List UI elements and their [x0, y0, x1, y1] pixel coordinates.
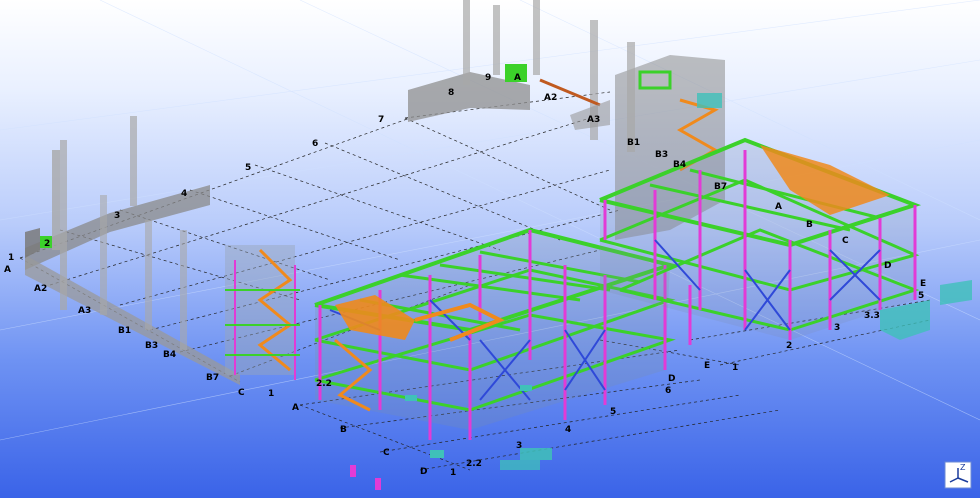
- grid-label: A: [775, 202, 782, 212]
- grid-label: 7: [378, 115, 384, 125]
- grid-label: A: [292, 403, 299, 413]
- grid-label: E: [704, 361, 710, 371]
- grid-label: C: [238, 388, 245, 398]
- grid-label: E: [920, 279, 926, 289]
- grid-label: 2: [786, 341, 792, 351]
- grid-label: 6: [312, 139, 318, 149]
- grid-label: 1: [450, 468, 456, 478]
- grid-label: 2.2: [316, 379, 332, 389]
- grid-label: B1: [118, 326, 131, 336]
- grid-label: 1: [268, 389, 274, 399]
- left-stair-tower[interactable]: [225, 245, 300, 380]
- grid-label: D: [668, 374, 675, 384]
- grid-label: A: [514, 73, 521, 83]
- grid-label: B3: [655, 150, 668, 160]
- grid-label: A2: [34, 284, 47, 294]
- top-concrete-structure[interactable]: [408, 0, 610, 140]
- grid-label: 3.3: [864, 311, 880, 321]
- grid-label: 6: [665, 386, 671, 396]
- grid-label: C: [383, 448, 390, 458]
- grid-label: 1: [8, 253, 14, 263]
- grid-label: 3: [834, 323, 840, 333]
- grid-label: B4: [673, 160, 686, 170]
- grid-label: B7: [714, 182, 727, 192]
- grid-label: B4: [163, 350, 176, 360]
- grid-label: 4: [565, 425, 571, 435]
- grid-label: 4: [181, 189, 187, 199]
- grid-label: 8: [448, 88, 454, 98]
- grid-label: A: [4, 265, 11, 275]
- grid-label: B3: [145, 341, 158, 351]
- grid-label: A3: [587, 115, 600, 125]
- grid-label: 9: [485, 73, 491, 83]
- grid-label: A3: [78, 306, 91, 316]
- grid-label: 5: [610, 407, 616, 417]
- grid-label: B: [340, 425, 347, 435]
- grid-label: B7: [206, 373, 219, 383]
- model-viewport[interactable]: 7 6 5 4 3 2 1 A A2 A3 B1 B3 B4 B7 C 1 2.…: [0, 0, 980, 498]
- structural-model-3d[interactable]: 7 6 5 4 3 2 1 A A2 A3 B1 B3 B4 B7 C 1 2.…: [0, 0, 980, 498]
- grid-label: 2.2: [466, 459, 482, 469]
- grid-label: C: [842, 236, 849, 246]
- grid-label: 5: [918, 291, 924, 301]
- grid-label: 3: [516, 441, 522, 451]
- grid-label: A2: [544, 93, 557, 103]
- grid-label: D: [884, 261, 891, 271]
- grid-label: B1: [627, 138, 640, 148]
- left-concrete-wall[interactable]: [25, 116, 240, 385]
- view-cube[interactable]: Z: [944, 461, 972, 489]
- grid-label: 1: [732, 363, 738, 373]
- grid-label: D: [420, 467, 427, 477]
- grid-label: 2: [44, 239, 50, 249]
- grid-label: 3: [114, 211, 120, 221]
- z-axis-label: Z: [960, 463, 966, 472]
- grid-label: 5: [245, 163, 251, 173]
- grid-label: B: [806, 220, 813, 230]
